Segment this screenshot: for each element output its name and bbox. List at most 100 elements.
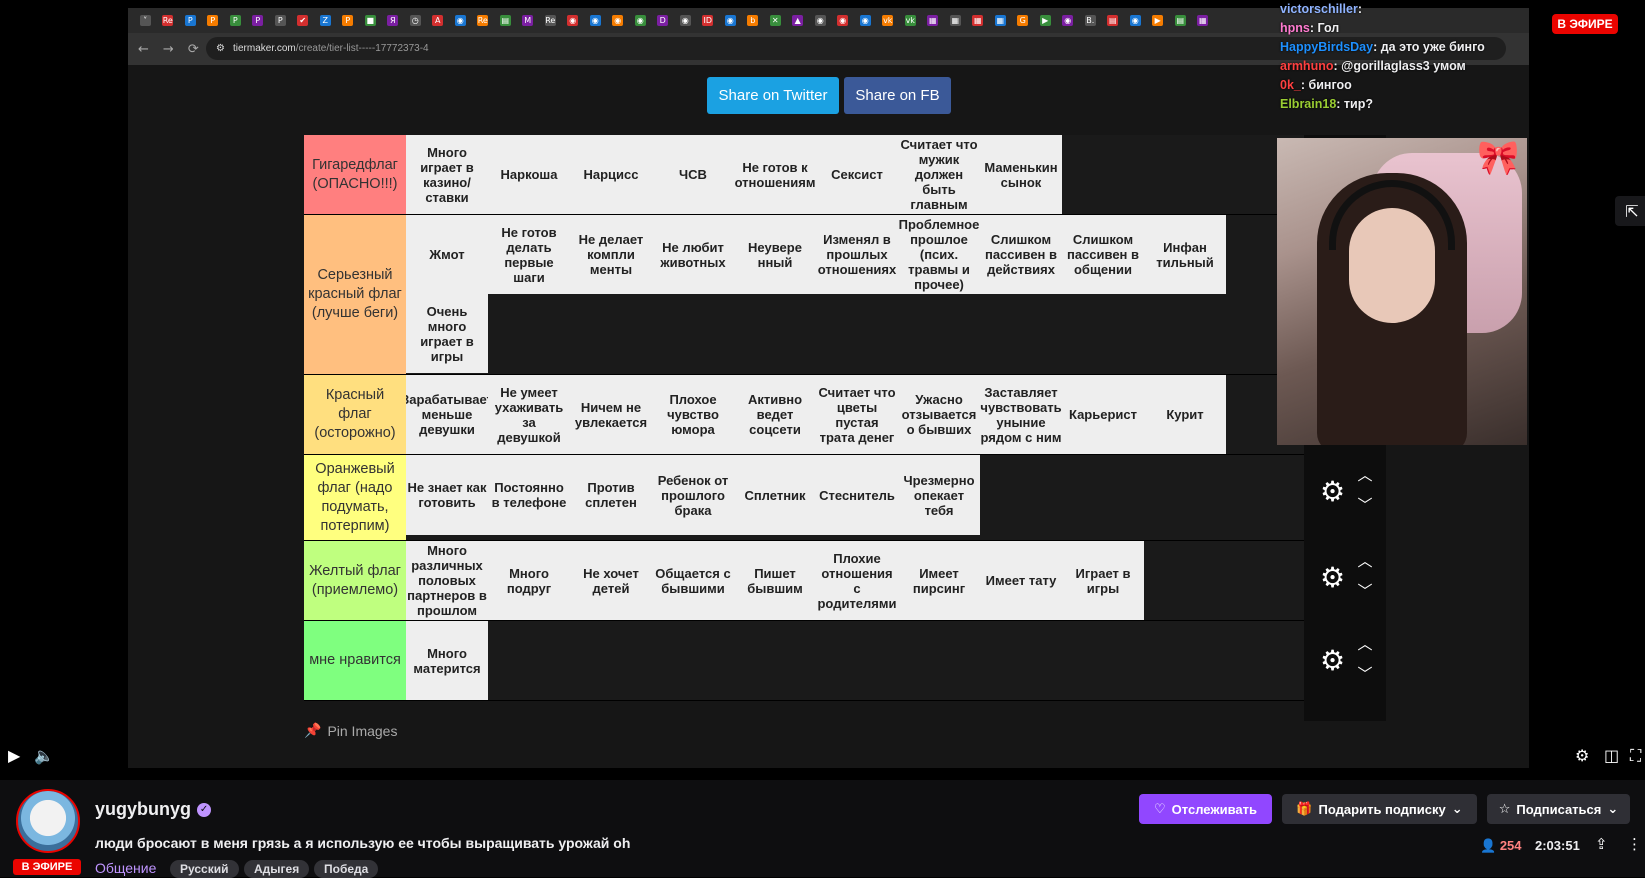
chat-username[interactable]: hpns [1280, 21, 1310, 35]
tier-item[interactable]: Чрезмерно опекает тебя [898, 455, 980, 535]
chevron-up-icon[interactable]: ︿ [1356, 552, 1374, 570]
tier-item[interactable]: Много играет в казино/ставки [406, 135, 488, 214]
tier-item[interactable]: Карьерист [1062, 375, 1144, 454]
tier-item[interactable]: Не знает как готовить [406, 455, 488, 535]
tier-item[interactable]: Против сплетен [570, 455, 652, 535]
browser-tab: Re [539, 12, 562, 30]
tier-item[interactable]: Играет в игры [1062, 541, 1144, 620]
back-icon: ← [138, 41, 149, 57]
chat-username[interactable]: HappyBirdsDay [1280, 40, 1373, 54]
tag-1[interactable]: Адыгея [244, 860, 310, 878]
tier-item[interactable]: Имеет тату [980, 541, 1062, 620]
play-icon[interactable]: ▶ [8, 746, 20, 765]
tier-item[interactable]: Плохое чувство юмора [652, 375, 734, 454]
tier-item[interactable]: Не любит животных [652, 215, 734, 294]
chat-separator: : [1373, 40, 1381, 54]
fullscreen-icon[interactable]: ⛶ [1630, 746, 1641, 766]
tier-label[interactable]: Оранжевый флаг (надо подумать, потерпим) [304, 455, 406, 540]
tier-item[interactable]: Считает что цветы пустая трата денег [816, 375, 898, 454]
chat-username[interactable]: armhuno [1280, 59, 1333, 73]
tier-item[interactable]: Плохие отношения с родителями [816, 541, 898, 620]
tier-item[interactable]: Ребенок от прошлого брака [652, 455, 734, 535]
tier-item[interactable]: Не хочет детей [570, 541, 652, 620]
tier-item[interactable]: Неувере нный [734, 215, 816, 294]
category-link[interactable]: Общение [95, 860, 156, 876]
tier-item[interactable]: Ничем не увлекается [570, 375, 652, 454]
channel-name[interactable]: yugybunyg [95, 799, 191, 820]
chat-username[interactable]: 0k_ [1280, 78, 1301, 92]
tier-item[interactable]: Стеснитель [816, 455, 898, 535]
share-icon[interactable]: ⇪ [1595, 835, 1608, 853]
chevron-down-icon[interactable]: ﹀ [1356, 582, 1374, 600]
tier-item[interactable]: Ужасно отзывается о бывших [898, 375, 980, 454]
tier-item[interactable]: Много различных половых партнеров в прош… [406, 541, 488, 620]
reload-icon: ⟳ [187, 41, 199, 57]
tier-item[interactable]: Сексист [816, 135, 898, 214]
tier-item[interactable]: Считает что мужик должен быть главным [898, 135, 980, 214]
tier-label[interactable]: Серьезный красный флаг (лучше беги) [304, 215, 406, 374]
tier-item[interactable]: Пишет бывшим [734, 541, 816, 620]
tab-favicon: vk [904, 15, 916, 26]
tier-item[interactable]: Постоянно в телефоне [488, 455, 570, 535]
tier-item[interactable]: Слишком пассивен в действиях [980, 215, 1062, 294]
browser-tab: P [337, 12, 360, 30]
chat-username[interactable]: Elbrain18 [1280, 97, 1336, 111]
tier-item[interactable]: Курит [1144, 375, 1226, 454]
tier-item[interactable]: Много матерится [406, 621, 488, 700]
chevron-up-icon[interactable]: ︿ [1356, 635, 1374, 653]
tier-item[interactable]: Имеет пирсинг [898, 541, 980, 620]
tier-item[interactable]: Не делает компли менты [570, 215, 652, 294]
gift-sub-button[interactable]: 🎁 Подарить подписку ⌄ [1282, 794, 1477, 824]
tier-item[interactable]: Наркоша [488, 135, 570, 214]
tier-item[interactable]: Жмот [406, 215, 488, 294]
tier-item[interactable]: Сплетник [734, 455, 816, 535]
tier-label[interactable]: мне нравится [304, 621, 406, 700]
tier-item[interactable]: Активно ведет соцсети [734, 375, 816, 454]
tier-item[interactable]: Проблемное прошлое (псих. травмы и проче… [898, 215, 980, 294]
tier-item[interactable]: Общается с бывшими [652, 541, 734, 620]
tier-item[interactable]: Изменял в прошлых отношениях [816, 215, 898, 294]
tier-item[interactable]: Слишком пассивен в общении [1062, 215, 1144, 294]
share-twitter-button: Share on Twitter [707, 77, 839, 114]
more-options-icon[interactable]: ⋮ [1627, 835, 1642, 853]
settings-icon[interactable]: ⚙ [1575, 746, 1589, 765]
tier-label[interactable]: Гигаредфлаг (ОПАСНО!!!) [304, 135, 406, 214]
browser-tab: ■ [359, 12, 382, 30]
tier-item[interactable]: Зарабатывает меньше девушки [406, 375, 488, 454]
tier-item[interactable]: Заставляет чувствовать уныние рядом с ни… [980, 375, 1062, 454]
tier-item[interactable]: Не готов делать первые шаги [488, 215, 570, 294]
tag-0[interactable]: Русский [170, 860, 239, 878]
gear-icon[interactable]: ⚙ [1320, 478, 1348, 506]
chevron-down-icon[interactable]: ﹀ [1356, 496, 1374, 514]
follow-button[interactable]: ♡ Отслеживать [1139, 794, 1272, 824]
theatre-mode-icon[interactable]: ◫ [1604, 746, 1619, 765]
tier-label[interactable]: Красный флаг (осторожно) [304, 375, 406, 454]
video-player[interactable]: ˅ Re P P P P P ✔ Z P ■ Я ◷ A ◉ Re ▤ M Re ◉ ◉ ◉ ◉ D ◉ ID ◉ b ✕ ▲ ◉ ◉ ◉ vk v… [0, 0, 1645, 780]
chevron-up-icon[interactable]: ︿ [1356, 466, 1374, 484]
avatar[interactable] [16, 789, 80, 853]
gear-icon[interactable]: ⚙ [1320, 564, 1348, 592]
tier-item[interactable]: Инфан тильный [1144, 215, 1226, 294]
chevron-down-icon: ⌄ [1451, 801, 1463, 817]
tier-item[interactable]: ЧСВ [652, 135, 734, 214]
tier-item[interactable]: Маменькин сынок [980, 135, 1062, 214]
expand-sidebar-icon[interactable]: ⇱ [1615, 196, 1645, 226]
site-info-icon: ⚙ [216, 43, 225, 54]
tab-favicon: P [207, 15, 219, 26]
gear-icon[interactable]: ⚙ [1320, 647, 1348, 675]
tier-item[interactable]: Очень много играет в игры [406, 294, 488, 373]
tab-favicon: B. [1084, 15, 1096, 26]
tier-item[interactable]: Не умеет ухаживать за девушкой [488, 375, 570, 454]
tier-item[interactable]: Не готов к отношениям [734, 135, 816, 214]
tier-row: Серьезный красный флаг (лучше беги) Жмот Н… [304, 215, 1304, 375]
tier-item[interactable]: Много подруг [488, 541, 570, 620]
tier-item[interactable]: Нарцисс [570, 135, 652, 214]
tier-label[interactable]: Желтый флаг (приемлемо) [304, 541, 406, 620]
tag-2[interactable]: Победа [314, 860, 379, 878]
browser-tab: ▶ [1147, 12, 1170, 30]
volume-icon[interactable]: 🔈 [34, 746, 54, 765]
subscribe-button[interactable]: ☆ Подписаться ⌄ [1487, 794, 1630, 824]
browser-tab: ▶ [1034, 12, 1057, 30]
chevron-down-icon[interactable]: ﹀ [1356, 665, 1374, 683]
chat-username[interactable]: victorschiller [1280, 2, 1358, 16]
